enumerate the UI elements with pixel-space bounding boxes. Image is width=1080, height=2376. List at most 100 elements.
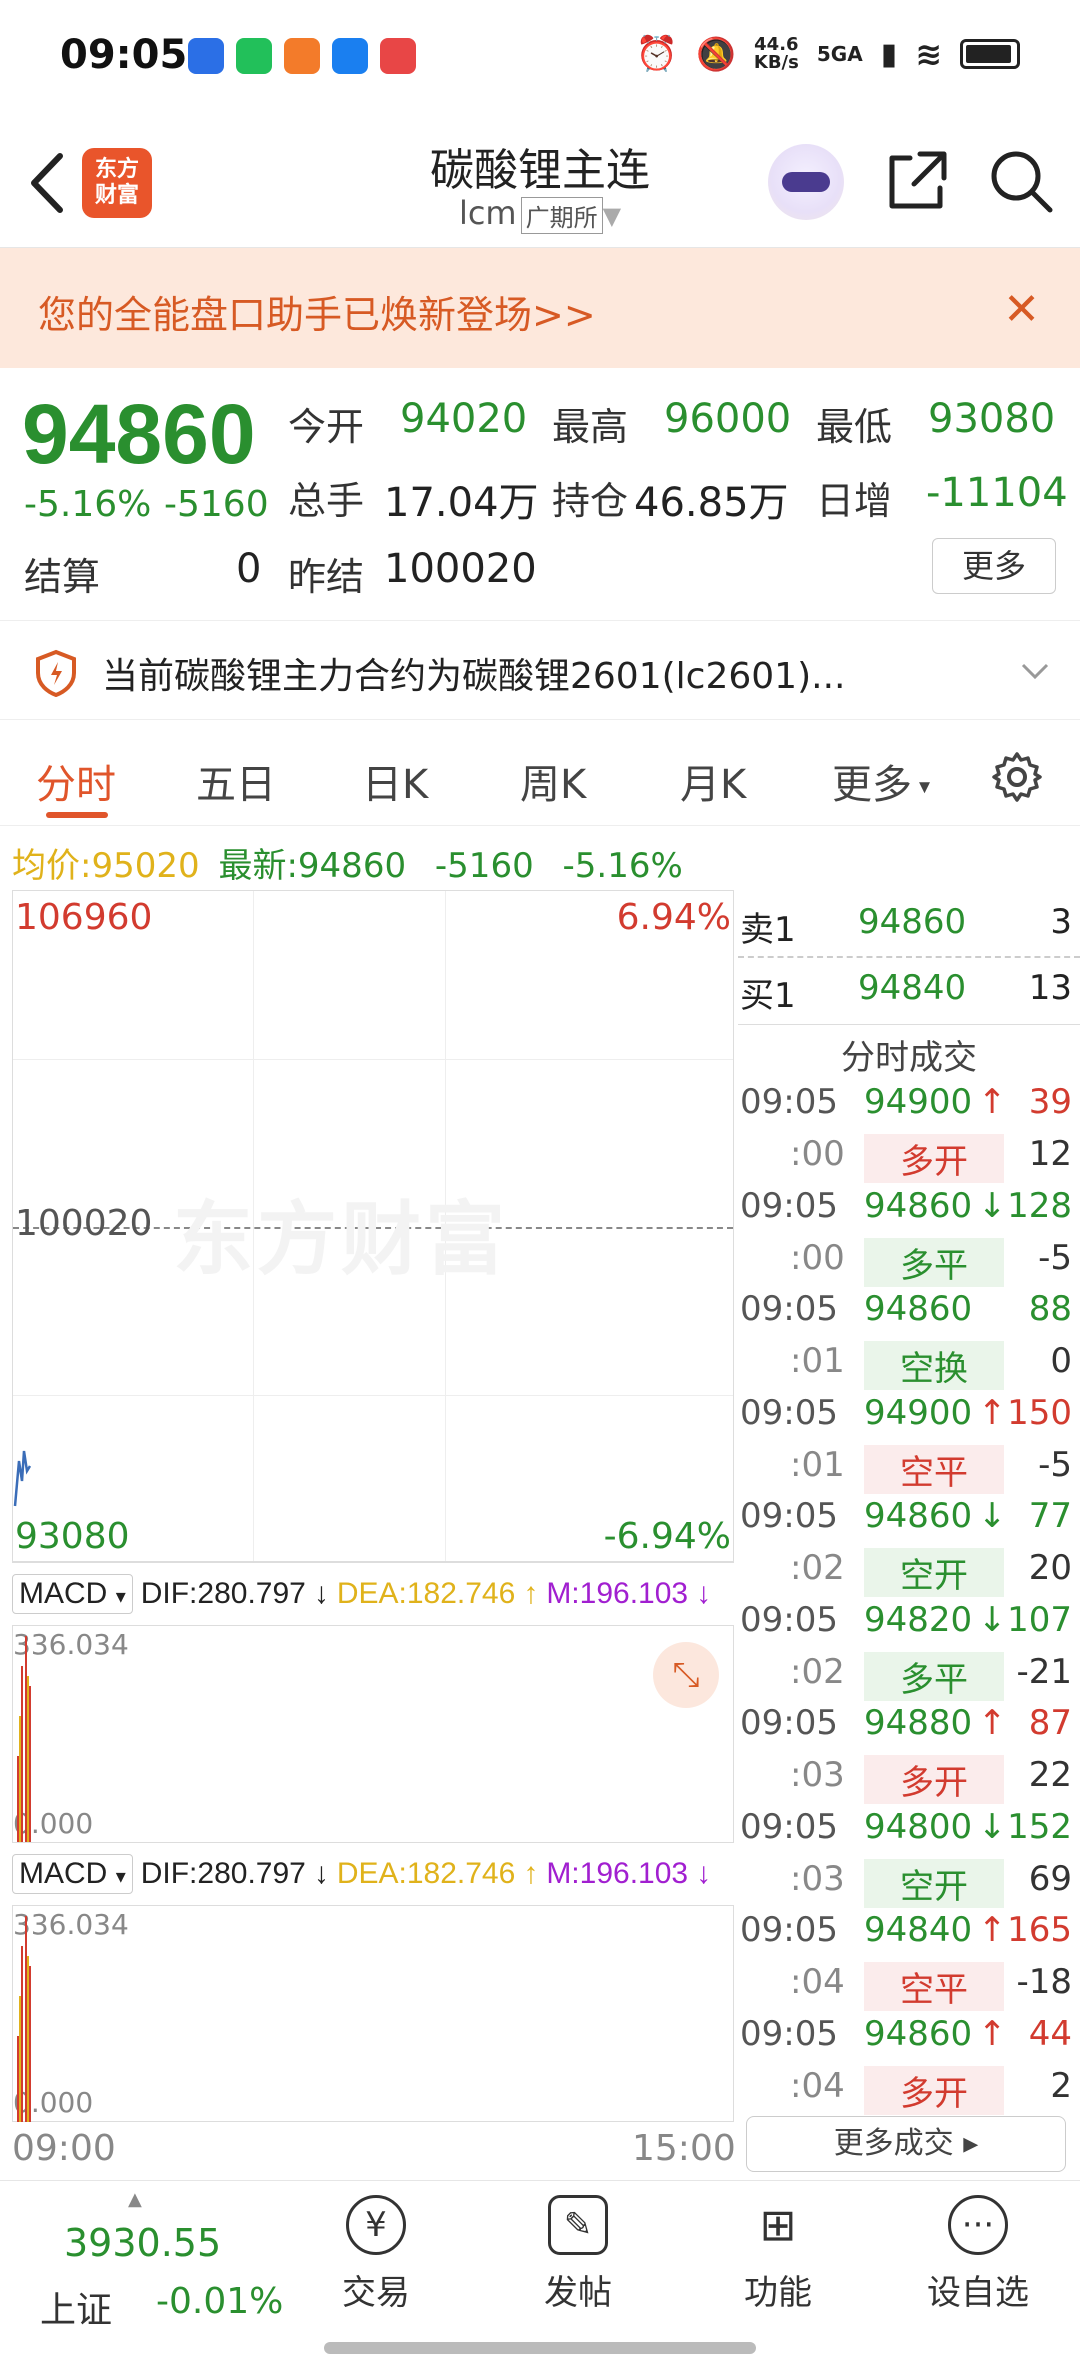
expand-icon[interactable]: ⤡ (653, 1642, 719, 1708)
nav-post[interactable]: ✎ 发帖 (508, 2195, 648, 2314)
tick-time: 09:05 (740, 2013, 838, 2054)
nav-watchlist[interactable]: ··· 设自选 (908, 2195, 1048, 2314)
net-speed: 44.6 KB/s (753, 34, 799, 73)
more-button[interactable]: 更多 (932, 538, 1056, 594)
tick-oi-change: 69 (1028, 1858, 1072, 1899)
down-arrow-icon: ↓ (696, 1857, 712, 1890)
high-value: 96000 (664, 396, 792, 442)
volume-label: 总手 (288, 479, 365, 523)
tab-daily-k[interactable]: 日K (362, 752, 428, 810)
m-value: M:196.103 (546, 1857, 689, 1890)
latest-label: 最新: (218, 846, 298, 886)
tick-second: :03 (790, 1858, 845, 1899)
tick-detail-row: :02 空开 20 (738, 1548, 1078, 1600)
tick-time: 09:05 (740, 1806, 838, 1847)
tab-intraday[interactable]: 分时 (36, 752, 116, 810)
time-end-label: 15:00 (632, 2128, 736, 2169)
edit-icon: ✎ (548, 2195, 608, 2255)
exchange-badge: 广期所 (520, 196, 603, 234)
macd-bars (17, 1916, 31, 2122)
index-value[interactable]: 3930.55 (64, 2221, 221, 2265)
tick-time: 09:05 (740, 1082, 838, 1122)
tick-detail-row: :01 空平 -5 (738, 1444, 1078, 1497)
index-pct[interactable]: -0.01% (156, 2281, 283, 2322)
tick-oi-change: 12 (1028, 1134, 1072, 1174)
tick-type: 空平 (864, 1444, 1004, 1494)
tick-row: 09:05 94860 ↑ 44 (738, 2014, 1078, 2066)
tick-volume: 165 (1007, 1910, 1072, 1950)
tick-volume: 87 (1028, 1703, 1072, 1743)
tab-weekly-k[interactable]: 周K (520, 752, 586, 810)
tick-detail-row: :01 空换 0 (738, 1341, 1078, 1393)
tick-type: 空开 (864, 1858, 1004, 1908)
nav-post-label: 发帖 (544, 2273, 612, 2313)
tick-list[interactable]: 09:05 94900 ↑ 39:00 多开 12 09:05 94860 ↓ 128:00 多平 -… (738, 1082, 1080, 2122)
sell1-label: 卖1 (740, 910, 796, 950)
daily-inc-label: 日增 (816, 479, 893, 523)
buy1-price: 94840 (858, 968, 967, 1008)
tick-oi-change: -5 (1038, 1444, 1072, 1485)
change-pct: -5.16% (24, 484, 152, 525)
daily-inc-value: -11104 (926, 470, 1068, 516)
nav-function[interactable]: ⊞ 功能 (708, 2195, 848, 2314)
tick-price: 94860 (864, 1185, 973, 1226)
search-icon[interactable] (986, 146, 1056, 216)
share-icon[interactable] (884, 148, 950, 214)
tab-monthly-k[interactable]: 月K (680, 752, 746, 810)
tick-volume: 88 (1028, 1289, 1072, 1329)
macd-selector-2[interactable]: MACD ▾ (12, 1854, 133, 1894)
index-name[interactable]: 上证 (40, 2281, 112, 2333)
assistant-robot-icon[interactable] (768, 144, 844, 220)
tick-type: 空平 (864, 1962, 1004, 2011)
notice-bar[interactable]: 当前碳酸锂主力合约为碳酸锂2601(lc2601)... (0, 620, 1080, 720)
tick-volume: 152 (1007, 1806, 1072, 1847)
tick-time: 09:05 (740, 1599, 838, 1640)
signal-label: 5GA (816, 42, 863, 66)
macd-selector[interactable]: MACD ▾ (12, 1574, 133, 1614)
tick-second: :04 (790, 1962, 845, 2002)
order-book-panel: 卖1 94860 3 买1 94840 13 分时成交 09:05 94900 ↑ 3… (738, 890, 1080, 2180)
open-value: 94020 (400, 396, 528, 442)
tick-type: 多平 (864, 1651, 1004, 1701)
macd-panel: 336.034 0.000 ⤡ (12, 1626, 734, 1842)
last-price: 94860 (22, 387, 256, 481)
tick-type: 多开 (864, 2065, 1004, 2115)
more-dots-icon: ··· (948, 2195, 1008, 2255)
change-value: -5160 (164, 484, 269, 525)
up-arrow-icon: ↑ (523, 1857, 539, 1890)
buy1-label: 买1 (740, 976, 796, 1016)
nav-trade[interactable]: ¥ 交易 (306, 2195, 446, 2314)
promo-banner[interactable]: 您的全能盘口助手已焕新登场>> ✕ (0, 248, 1080, 368)
tab-five-day[interactable]: 五日 (196, 752, 276, 810)
tick-direction-icon: ↓ (978, 1185, 1007, 1226)
settings-gear-icon[interactable] (990, 750, 1044, 804)
buy1-row: 买1 94840 13 (738, 968, 1078, 1020)
signal-icon: ▮ (880, 36, 898, 72)
tick-volume: 44 (1028, 2013, 1072, 2054)
tick-row: 09:05 94860 ↓ 77 (738, 1496, 1078, 1548)
macd-header-2: MACD ▾ DIF:280.797 ↓ DEA:182.746 ↑ M:196.1… (12, 1842, 734, 1906)
wifi-icon: ≋ (915, 35, 942, 73)
tick-price: 94860 (864, 1496, 973, 1536)
tab-more[interactable]: 更多 ▾ (832, 752, 930, 810)
tick-type: 空换 (864, 1341, 1004, 1390)
chevron-down-icon[interactable] (1020, 659, 1050, 683)
active-tab-indicator (46, 812, 108, 818)
more-ticks-button[interactable]: 更多成交 ▸ (746, 2116, 1066, 2172)
dif-value: DIF:280.797 (140, 1577, 306, 1610)
close-icon[interactable]: ✕ (1003, 284, 1040, 335)
settle-label: 结算 (24, 555, 101, 599)
tick-oi-change: -21 (1016, 1651, 1072, 1692)
tab-more-label: 更多 (832, 762, 912, 808)
tick-price: 94900 (864, 1082, 973, 1122)
macd-bars (17, 1636, 31, 1842)
nav-trade-label: 交易 (342, 2273, 410, 2313)
tick-price: 94880 (864, 1703, 973, 1743)
tick-row: 09:05 94860 ↓ 128 (738, 1186, 1078, 1238)
intraday-chart[interactable]: 东方财富 106960 6.94% 100020 93080 -6.94% (12, 890, 734, 1562)
tick-type: 多开 (864, 1134, 1004, 1183)
home-indicator[interactable] (324, 2342, 756, 2354)
tick-row: 09:05 94840 ↑ 165 (738, 1910, 1078, 1962)
latest-value: 94860 (297, 846, 407, 886)
dea-value: DEA:182.746 (336, 1857, 516, 1890)
